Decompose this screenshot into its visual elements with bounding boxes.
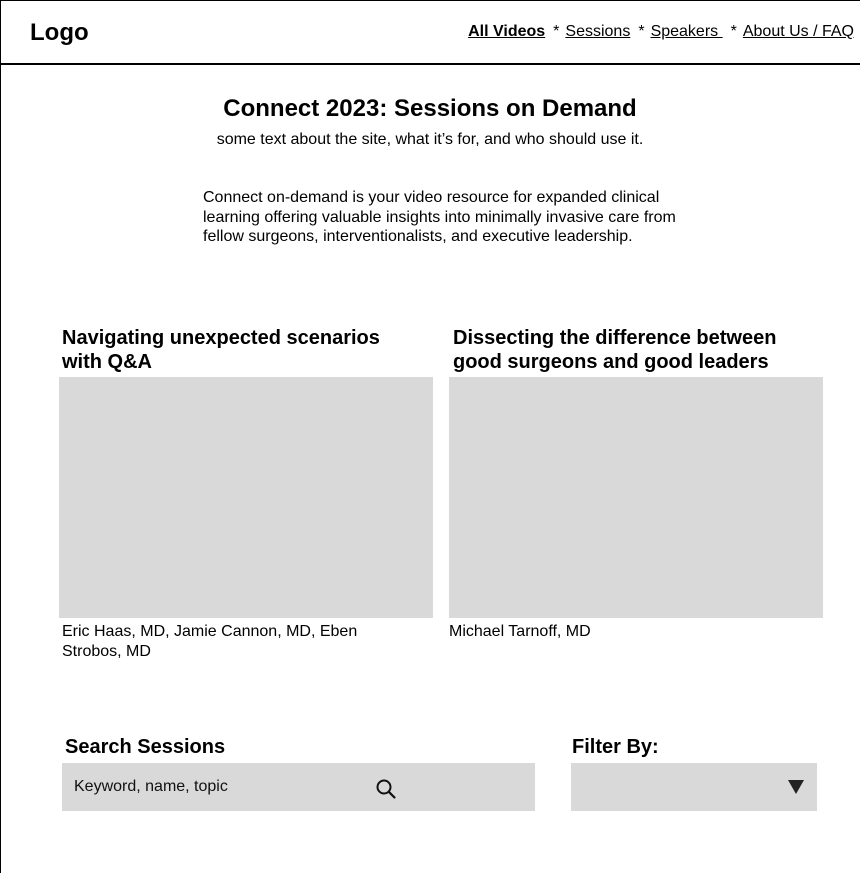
session-title[interactable]: Navigating unexpected scenarios with Q&A (62, 326, 422, 374)
page-subtitle: some text about the site, what it’s for,… (216, 131, 644, 148)
search-icon[interactable] (375, 778, 397, 800)
nav-sessions[interactable]: Sessions (565, 23, 630, 41)
site-header: Logo All Videos * Sessions * Speakers * … (0, 0, 860, 65)
filter-dropdown[interactable] (571, 763, 817, 811)
intro-paragraph: Connect on-demand is your video resource… (203, 189, 676, 245)
video-thumbnail[interactable] (59, 377, 433, 618)
session-title[interactable]: Dissecting the difference between good s… (453, 326, 813, 374)
search-box[interactable] (62, 763, 535, 811)
search-input[interactable] (74, 775, 364, 799)
nav-separator: * (730, 23, 737, 40)
featured-session-card: Navigating unexpected scenarios with Q&A… (59, 326, 433, 660)
search-label: Search Sessions (65, 736, 226, 758)
nav-all-videos[interactable]: All Videos (468, 23, 545, 41)
featured-session-card: Dissecting the difference between good s… (449, 326, 823, 640)
page-title: Connect 2023: Sessions on Demand (223, 95, 637, 122)
nav-about-faq[interactable]: About Us / FAQ (743, 23, 854, 41)
nav-separator: * (638, 23, 645, 40)
session-speakers: Eric Haas, MD, Jamie Cannon, MD, Eben St… (62, 623, 358, 660)
filter-label: Filter By: (572, 736, 659, 758)
video-thumbnail[interactable] (449, 377, 823, 618)
nav-separator: * (553, 23, 560, 40)
logo[interactable]: Logo (30, 19, 89, 47)
nav-speakers[interactable]: Speakers (651, 23, 723, 41)
session-speakers: Michael Tarnoff, MD (449, 623, 591, 640)
main-nav: All Videos * Sessions * Speakers * About… (468, 23, 854, 41)
chevron-down-icon[interactable] (788, 780, 804, 794)
